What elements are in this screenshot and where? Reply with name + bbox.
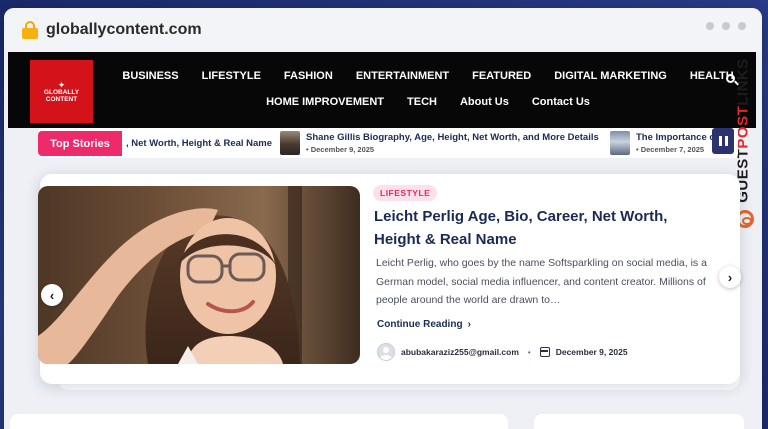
ticker-item[interactable]: The Importance o December 7, 2025 <box>610 128 715 158</box>
pause-bar <box>718 136 722 146</box>
nav-item-contact-us[interactable]: Contact Us <box>532 96 590 108</box>
lower-content-card <box>10 414 508 429</box>
nav-item-tech[interactable]: TECH <box>407 96 437 108</box>
nav-row-secondary: HOME IMPROVEMENT TECH About Us Contact U… <box>138 88 718 116</box>
nav-item-featured[interactable]: FEATURED <box>472 70 531 82</box>
ticker-item-title[interactable]: , Net Worth, Height & Real Name <box>126 138 272 149</box>
chevron-left-icon: ‹ <box>49 287 55 303</box>
nav-item-home-improvement[interactable]: HOME IMPROVEMENT <box>266 96 384 108</box>
ticker-thumbnail[interactable] <box>610 131 630 155</box>
ticker-thumbnail[interactable] <box>280 131 300 155</box>
post-meta: abubakaraziz255@gmail.com • December 9, … <box>377 343 628 361</box>
author-name[interactable]: abubakaraziz255@gmail.com <box>401 347 519 357</box>
portrait-photo <box>38 186 360 364</box>
post-excerpt: Leicht Perlig, who goes by the name Soft… <box>376 257 707 306</box>
window-dot-icon[interactable] <box>722 22 730 30</box>
ticker-item-title[interactable]: Shane Gillis Biography, Age, Height, Net… <box>306 132 599 143</box>
sparkle-icon: ✦ <box>57 79 66 90</box>
ticker-item-date: December 7, 2025 <box>636 145 715 154</box>
nav-item-digital-marketing[interactable]: DIGITAL MARKETING <box>554 70 667 82</box>
slider-next-button[interactable]: › <box>719 266 741 288</box>
post-date: December 9, 2025 <box>555 347 628 357</box>
url-text[interactable]: globallycontent.com <box>46 21 202 39</box>
calendar-icon <box>539 347 550 357</box>
continue-reading-label: Continue Reading <box>377 319 463 330</box>
chevron-right-icon: › <box>727 269 733 285</box>
nav-item-lifestyle[interactable]: LIFESTYLE <box>202 70 261 82</box>
window-controls <box>706 22 746 30</box>
chevron-right-icon: › <box>467 319 471 330</box>
featured-post-image[interactable] <box>38 186 360 364</box>
site-logo[interactable]: ✦ GLOBALLY CONTENT <box>30 60 93 123</box>
lower-sidebar-card <box>534 414 744 429</box>
logo-text: GLOBALLY CONTENT <box>43 88 80 103</box>
meta-separator: • <box>527 347 531 357</box>
nav-item-entertainment[interactable]: ENTERTAINMENT <box>356 70 449 82</box>
avatar[interactable] <box>377 343 395 361</box>
main-nav: BUSINESS LIFESTYLE FASHION ENTERTAINMENT… <box>122 52 733 116</box>
nav-row-primary: BUSINESS LIFESTYLE FASHION ENTERTAINMENT… <box>122 52 733 88</box>
ticker-item-date: December 9, 2025 <box>306 145 599 154</box>
category-badge[interactable]: LIFESTYLE <box>373 185 438 201</box>
site-header: ✦ GLOBALLY CONTENT BUSINESS LIFESTYLE FA… <box>8 52 756 128</box>
nav-item-business[interactable]: BUSINESS <box>122 70 178 82</box>
nav-item-about-us[interactable]: About Us <box>460 96 509 108</box>
window-dot-icon[interactable] <box>738 22 746 30</box>
top-stories-ticker: Top Stories , Net Worth, Height & Real N… <box>38 128 738 158</box>
pause-button[interactable] <box>712 128 734 154</box>
ticker-label: Top Stories <box>38 131 122 156</box>
ticker-item-title[interactable]: The Importance o <box>636 132 715 143</box>
slider-prev-button[interactable]: ‹ <box>41 284 63 306</box>
pause-bar <box>724 136 728 146</box>
nav-item-fashion[interactable]: FASHION <box>284 70 333 82</box>
lock-icon <box>22 21 38 39</box>
ticker-item[interactable]: , Net Worth, Height & Real Name <box>126 128 272 158</box>
address-bar[interactable]: globallycontent.com <box>4 8 762 52</box>
window-dot-icon[interactable] <box>706 22 714 30</box>
continue-reading-link[interactable]: Continue Reading › <box>377 319 471 330</box>
ticker-item[interactable]: Shane Gillis Biography, Age, Height, Net… <box>280 128 599 158</box>
post-title[interactable]: Leicht Perlig Age, Bio, Career, Net Wort… <box>374 205 704 251</box>
